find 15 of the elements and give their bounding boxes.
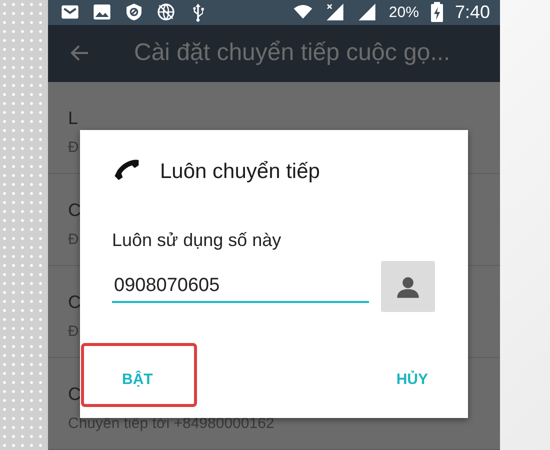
row-title: C bbox=[68, 200, 81, 221]
row-title: C bbox=[68, 292, 81, 313]
contact-picker-button[interactable] bbox=[381, 261, 435, 312]
dialog-button[interactable]: HỦY bbox=[392, 365, 432, 394]
signal-icon bbox=[356, 2, 377, 22]
dialog-button[interactable]: BẬT bbox=[118, 365, 157, 394]
battery-percent: 20% bbox=[388, 4, 419, 21]
row-title: L bbox=[68, 108, 78, 129]
phone-number-field[interactable]: 0908070605 bbox=[112, 270, 369, 302]
row-title: C bbox=[68, 384, 81, 405]
signal-icon bbox=[324, 2, 345, 22]
clock: 7:40 bbox=[454, 2, 490, 23]
app-bar-title: Cài đặt chuyển tiếp cuộc gọ... bbox=[134, 39, 450, 68]
field-label: Luôn sử dụng số này bbox=[112, 230, 282, 251]
globe-off-icon bbox=[156, 2, 176, 22]
